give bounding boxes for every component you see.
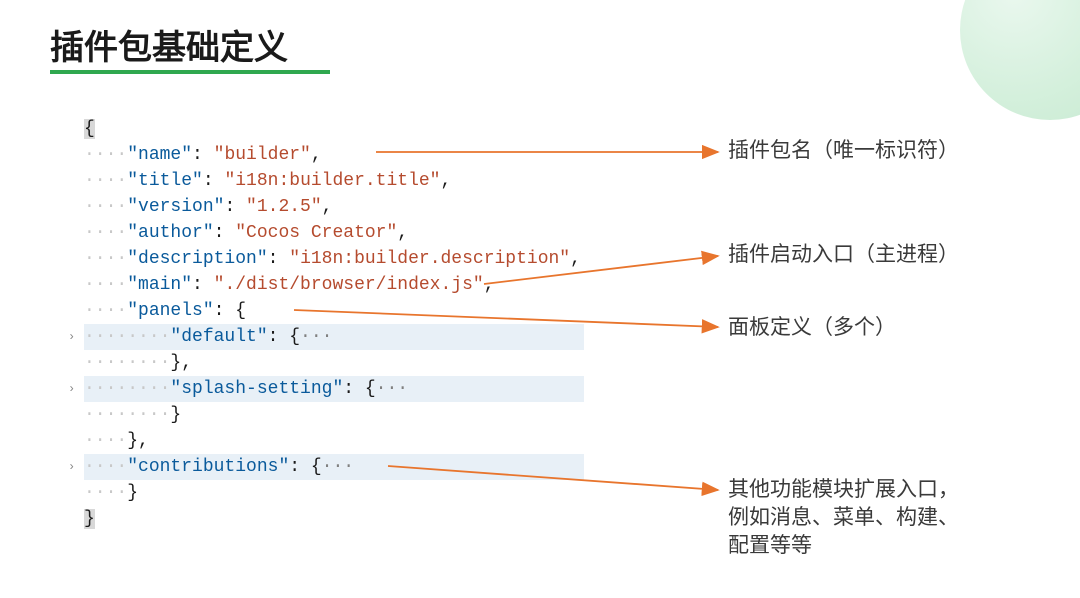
label-name: 插件包名（唯一标识符） (728, 137, 959, 165)
title-underline (50, 70, 330, 74)
label-main: 插件启动入口（主进程） (728, 241, 959, 269)
label-contributions: 其他功能模块扩展入口， 例如消息、菜单、构建、 配置等等 (728, 476, 959, 560)
code-block: {····"name": "builder",····"title": "i18… (84, 116, 584, 532)
slide-title: 插件包基础定义 (50, 20, 288, 77)
label-panels: 面板定义（多个） (728, 314, 896, 342)
decorative-corner (960, 0, 1080, 120)
